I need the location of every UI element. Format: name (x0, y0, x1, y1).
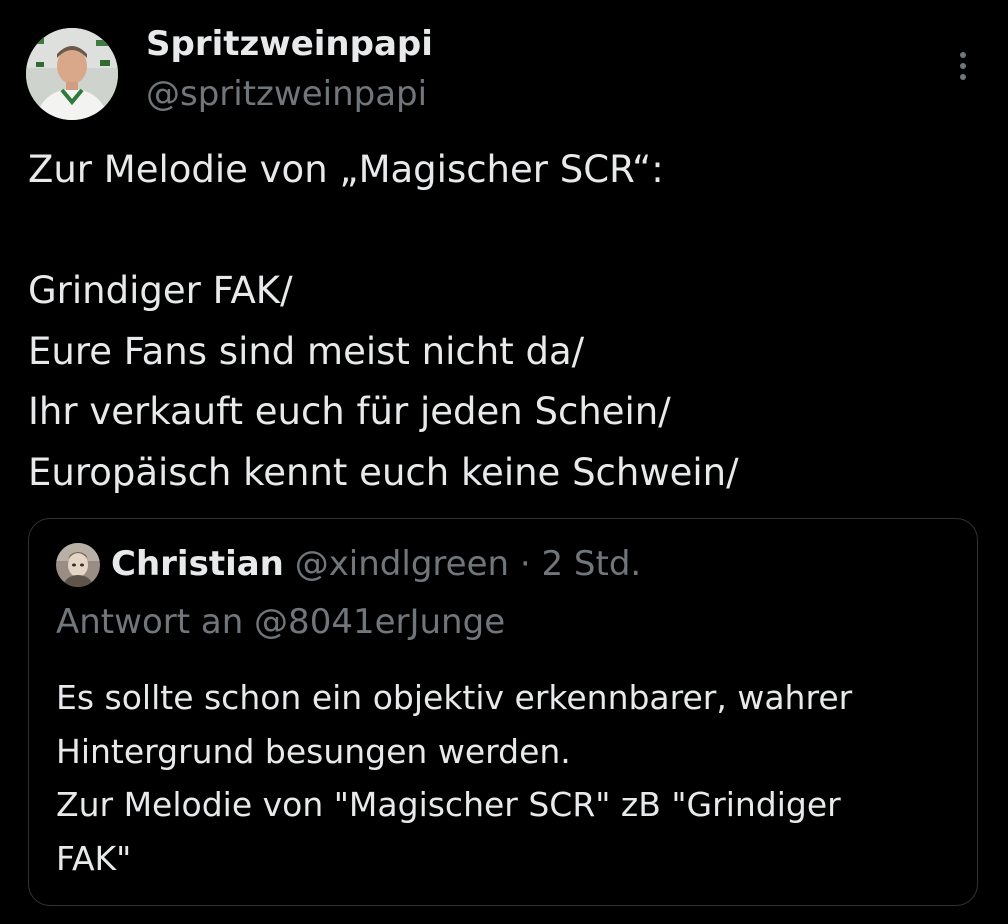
tweet-line: Europäisch kennt euch keine Schwein/ (28, 450, 739, 494)
reply-to-label[interactable]: Antwort an @8041erJunge (56, 597, 505, 647)
more-vertical-icon (960, 74, 966, 80)
tweet: Spritzweinpapi @spritzweinpapi Zur Melod… (0, 0, 1008, 924)
quoted-line: Hintergrund besungen werden. (56, 731, 571, 771)
quoted-tweet[interactable]: Christian @xindlgreen · 2 Std. Antwort a… (28, 518, 978, 906)
quoted-line: Es sollte schon ein objektiv erkennbarer… (56, 678, 853, 717)
avatar-photo-icon (26, 28, 118, 120)
author-display-name[interactable]: Spritzweinpapi (146, 22, 433, 66)
separator-dot: · (519, 544, 531, 584)
author-handle[interactable]: @spritzweinpapi (146, 72, 427, 116)
tweet-text: Zur Melodie von „Magischer SCR“: Grindig… (28, 140, 988, 503)
quoted-line: FAK" (56, 838, 132, 878)
quoted-timestamp[interactable]: 2 Std. (541, 544, 641, 584)
avatar-photo-icon (56, 543, 100, 587)
tweet-line: Grindiger FAK/ (28, 269, 293, 312)
more-vertical-icon (960, 63, 966, 69)
quoted-text: Es sollte schon ein objektiv erkennbarer… (56, 671, 956, 885)
quoted-line: Zur Melodie von "Magischer SCR" zB "Grin… (56, 785, 841, 824)
author-avatar[interactable] (26, 28, 118, 120)
tweet-line: Ihr verkauft euch für jeden Schein/ (28, 390, 671, 433)
quoted-header: Christian @xindlgreen · 2 Std. (111, 539, 641, 589)
quoted-display-name[interactable]: Christian (111, 544, 284, 584)
quoted-author-avatar[interactable] (56, 543, 100, 587)
more-options-button[interactable] (948, 46, 978, 86)
quoted-handle[interactable]: @xindlgreen (295, 544, 509, 584)
more-vertical-icon (960, 52, 966, 58)
tweet-line: Eure Fans sind meist nicht da/ (28, 329, 585, 373)
tweet-line: Zur Melodie von „Magischer SCR“: (28, 148, 664, 191)
tweet-line (28, 201, 988, 262)
